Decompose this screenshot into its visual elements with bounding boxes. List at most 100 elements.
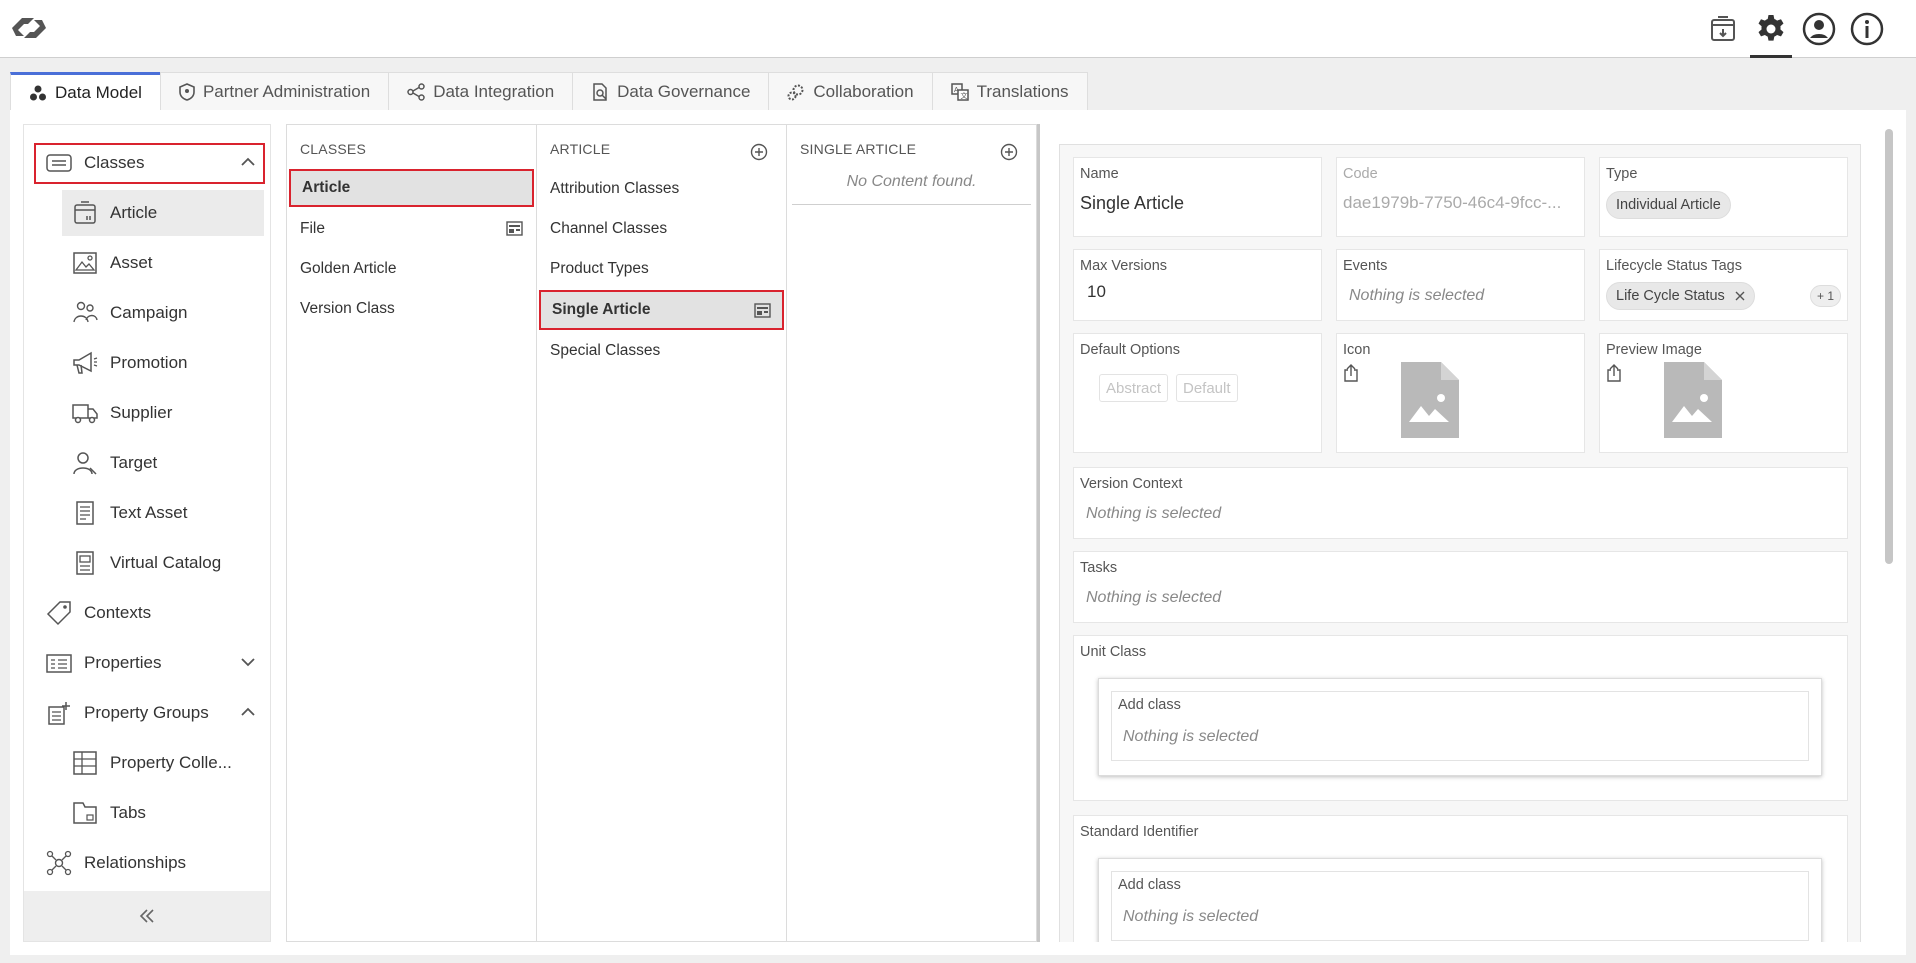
upload-icon[interactable]: [1343, 364, 1359, 382]
field-label: Tasks: [1080, 560, 1118, 576]
detail-form: Name Single Article Code dae1979b-7750-4…: [1059, 144, 1861, 942]
archive-icon[interactable]: [1702, 8, 1744, 50]
type-chip: Individual Article: [1606, 191, 1731, 219]
list-item-label: Golden Article: [300, 260, 397, 277]
list-item-channel-classes[interactable]: Channel Classes: [539, 210, 784, 248]
sidebar-item-campaign[interactable]: Campaign: [62, 290, 264, 336]
default-option-button[interactable]: Default: [1176, 374, 1238, 402]
close-icon[interactable]: [1735, 291, 1745, 301]
gear-icon[interactable]: [1750, 8, 1792, 58]
list-item-label: Product Types: [550, 260, 649, 277]
sidebar-item-classes[interactable]: Classes: [24, 140, 270, 186]
chip-label: Life Cycle Status: [1616, 288, 1725, 304]
chip-label: Individual Article: [1616, 197, 1721, 213]
collapse-sidebar-button[interactable]: [24, 891, 270, 941]
shield-icon: [179, 83, 195, 101]
list-item-golden-article[interactable]: Golden Article: [289, 250, 534, 288]
list-item-product-types[interactable]: Product Types: [539, 250, 784, 288]
svg-text:文: 文: [960, 91, 967, 100]
tab-data-model[interactable]: Data Model: [10, 72, 161, 111]
tab-data-integration[interactable]: Data Integration: [388, 72, 574, 111]
tab-label: Data Governance: [617, 82, 751, 101]
svg-text:A: A: [954, 87, 959, 94]
tab-partner-administration[interactable]: Partner Administration: [159, 72, 390, 111]
sidebar-item-virtual-catalog[interactable]: Virtual Catalog: [62, 540, 264, 586]
user-icon[interactable]: [1798, 8, 1840, 50]
tab-translations[interactable]: A文 Translations: [931, 72, 1088, 111]
list-item-file[interactable]: File: [289, 210, 534, 248]
lifecycle-chip[interactable]: Life Cycle Status: [1606, 282, 1755, 310]
sidebar: Classes Article Asset Campaign Promotion…: [23, 124, 271, 942]
icon-field: Icon: [1336, 333, 1585, 453]
catalog-icon: [72, 550, 98, 576]
upload-icon[interactable]: [1606, 364, 1622, 382]
tab-label: Partner Administration: [202, 82, 371, 101]
add-circle-icon[interactable]: [750, 143, 768, 161]
sidebar-item-asset[interactable]: Asset: [62, 240, 264, 286]
sidebar-item-label: Tabs: [110, 803, 146, 822]
sidebar-item-promotion[interactable]: Promotion: [62, 340, 264, 386]
sidebar-item-target[interactable]: Target: [62, 440, 264, 486]
image-icon: [72, 250, 98, 276]
version-context-field[interactable]: Version Context Nothing is selected: [1073, 467, 1848, 539]
type-field: Type Individual Article: [1599, 157, 1848, 237]
form-icon[interactable]: [754, 303, 771, 318]
more-chips-badge[interactable]: + 1: [1810, 285, 1842, 307]
sidebar-item-label: Text Asset: [110, 503, 188, 522]
add-class-field[interactable]: Add class Nothing is selected: [1111, 871, 1809, 941]
abstract-option-button[interactable]: Abstract: [1099, 374, 1169, 402]
chevron-up-icon[interactable]: [240, 704, 256, 720]
lifecycle-status-tags-field[interactable]: Lifecycle Status Tags Life Cycle Status …: [1599, 249, 1848, 321]
field-placeholder: Nothing is selected: [1349, 287, 1485, 304]
double-chevron-left-icon: [139, 909, 154, 923]
list-item-article[interactable]: Article: [289, 169, 534, 207]
field-placeholder: Nothing is selected: [1123, 908, 1259, 925]
standard-identifier-field: Standard Identifier Add class Nothing is…: [1073, 815, 1848, 942]
field-value: dae1979b-7750-46c4-9fcc-...: [1343, 193, 1562, 212]
sidebar-item-property-groups[interactable]: Property Groups: [24, 690, 270, 736]
field-label: Code: [1343, 166, 1378, 182]
sidebar-item-properties[interactable]: Properties: [24, 640, 270, 686]
list-item-special-classes[interactable]: Special Classes: [539, 332, 784, 370]
tab-label: Collaboration: [813, 82, 914, 101]
tabs-icon: [72, 800, 98, 826]
tab-collaboration[interactable]: Collaboration: [768, 72, 933, 111]
list-item-version-class[interactable]: Version Class: [289, 290, 534, 328]
empty-state: No Content found.: [792, 169, 1031, 205]
sidebar-item-contexts[interactable]: Contexts: [24, 590, 270, 636]
sidebar-item-text-asset[interactable]: Text Asset: [62, 490, 264, 536]
classes-icon: [46, 150, 72, 176]
add-class-field[interactable]: Add class Nothing is selected: [1111, 691, 1809, 761]
data-model-icon: [30, 85, 46, 101]
max-versions-field[interactable]: Max Versions 10: [1073, 249, 1322, 321]
sidebar-item-article[interactable]: Article: [62, 190, 264, 236]
events-field[interactable]: Events Nothing is selected: [1336, 249, 1585, 321]
list-item-single-article[interactable]: Single Article: [539, 290, 784, 330]
list-item-label: Channel Classes: [550, 220, 668, 237]
sidebar-item-label: Properties: [84, 653, 162, 672]
sidebar-item-tabs[interactable]: Tabs: [62, 790, 264, 836]
info-icon[interactable]: [1846, 8, 1888, 50]
property-groups-icon: [46, 700, 72, 726]
column-header: CLASSES: [300, 141, 366, 157]
sidebar-item-property-collections[interactable]: Property Colle...: [62, 740, 264, 786]
list-item-attribution-classes[interactable]: Attribution Classes: [539, 170, 784, 208]
list-item-label: Single Article: [552, 301, 651, 318]
top-bar: [0, 0, 1916, 58]
tasks-field[interactable]: Tasks Nothing is selected: [1073, 551, 1848, 623]
chevron-down-icon[interactable]: [240, 654, 256, 670]
tag-icon: [46, 600, 72, 626]
add-circle-icon[interactable]: [1000, 143, 1018, 161]
list-item-label: Version Class: [300, 300, 395, 317]
form-icon[interactable]: [506, 221, 523, 236]
sidebar-item-supplier[interactable]: Supplier: [62, 390, 264, 436]
main-tabs: Data Model Partner Administration Data I…: [10, 72, 1088, 111]
stibo-logo[interactable]: [6, 10, 52, 46]
sidebar-item-label: Article: [110, 203, 158, 222]
scrollbar[interactable]: [1885, 129, 1893, 564]
sidebar-item-relationships[interactable]: Relationships: [24, 840, 270, 886]
classes-column: CLASSES Article File Golden Article Vers…: [287, 125, 537, 941]
tab-data-governance[interactable]: Data Governance: [572, 72, 770, 111]
chevron-up-icon[interactable]: [240, 154, 256, 170]
name-field[interactable]: Name Single Article: [1073, 157, 1322, 237]
